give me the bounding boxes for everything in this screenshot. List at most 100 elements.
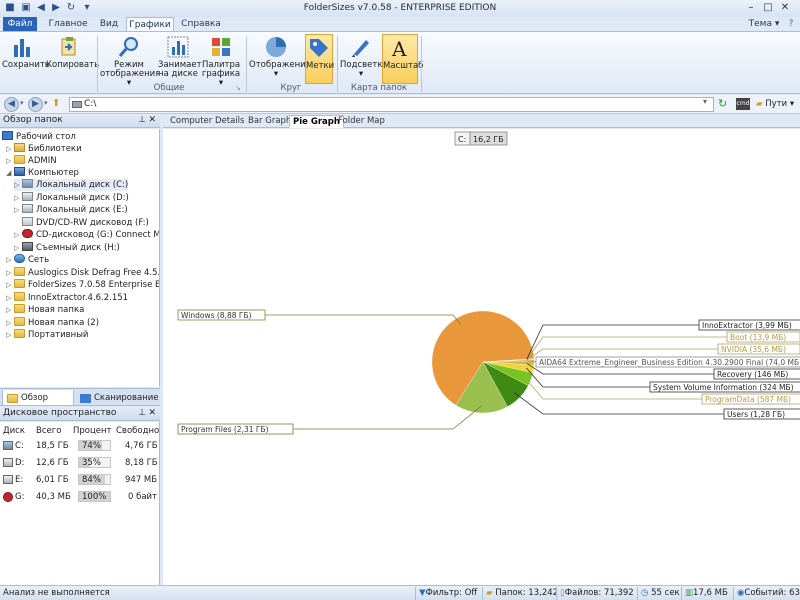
tree-node-drive-d[interactable]: ▷ Локальный диск (D:)	[14, 192, 129, 204]
minimize-button[interactable]: –	[743, 1, 759, 14]
drive-letter: G:	[15, 492, 25, 502]
up-folder-icon[interactable]: ⬆	[52, 98, 64, 110]
expand-arrow-icon[interactable]: ▷	[14, 229, 22, 241]
path-input[interactable]: C:\	[69, 97, 714, 112]
expand-arrow-icon[interactable]: ▷	[14, 242, 22, 254]
tab-bar-graph[interactable]: Bar Graph	[245, 115, 294, 128]
display-button[interactable]: Отображение ▾	[249, 34, 311, 84]
leader-line	[526, 336, 727, 360]
tab-folder-map[interactable]: Folder Map	[335, 115, 388, 128]
occupies-on-disk-button[interactable]: Занимает на диске	[158, 34, 202, 84]
root-drive-label: C:	[458, 135, 466, 144]
refresh-scan-icon[interactable]: ↻	[718, 97, 732, 111]
tree-node-label: Сеть	[28, 255, 50, 265]
tree-node-folder[interactable]: ▷ Новая папка (2)	[6, 317, 99, 329]
tree-node-computer[interactable]: ◢ Компьютер	[6, 167, 79, 179]
drive-icon	[22, 204, 33, 213]
status-separator	[482, 587, 483, 600]
help-icon[interactable]: ?	[785, 17, 797, 31]
theme-menu[interactable]: Тема ▾	[745, 17, 783, 31]
expand-arrow-icon[interactable]: ▷	[6, 254, 14, 266]
expand-arrow-icon[interactable]: ▷	[14, 192, 22, 204]
tab-view[interactable]: Вид	[94, 17, 124, 31]
tab-scan[interactable]: Сканирование	[76, 390, 159, 406]
back-dropdown-icon[interactable]: ▾	[20, 99, 24, 107]
status-files: ▯Файлов: 71,392	[560, 587, 634, 600]
maximize-button[interactable]: □	[760, 1, 776, 14]
cd-drive-icon	[22, 229, 33, 238]
tree-node-drive-g[interactable]: ▷ CD-дисковод (G:) Connect Manag	[14, 229, 159, 241]
column-header-total[interactable]: Всего	[36, 425, 61, 437]
panel-close-icon[interactable]: ✕	[148, 114, 156, 127]
highlight-button[interactable]: Подсветка ▾	[340, 34, 388, 84]
save-button[interactable]: Сохранить	[2, 34, 50, 84]
forward-dropdown-icon[interactable]: ▾	[44, 99, 48, 107]
palette-label-2: графика	[201, 69, 241, 79]
status-events[interactable]: ◉Событий: 63	[737, 587, 800, 600]
close-button[interactable]: ✕	[777, 1, 793, 14]
window-title: FolderSizes v7.0.58 - ENTERPRISE EDITION	[303, 3, 497, 13]
tab-folder-browse[interactable]: Обзор папок	[2, 390, 74, 419]
expand-arrow-icon[interactable]: ▷	[6, 279, 14, 291]
tab-details[interactable]: Details	[212, 115, 247, 128]
system-drive-icon	[3, 441, 13, 450]
tree-node-libraries[interactable]: ▷ Библиотеки	[6, 143, 82, 155]
folder-tree-title: Обзор папок	[3, 115, 63, 125]
tree-node-network[interactable]: ▷ Сеть	[6, 254, 49, 266]
leader-line	[293, 405, 482, 430]
tab-home[interactable]: Главное	[44, 17, 92, 31]
view-tabs: Computer Details Bar Graph Pie Graph Fol…	[163, 114, 800, 128]
tree-node-drive-h[interactable]: ▷ Съемный диск (H:)	[14, 242, 120, 254]
group-launcher-icon[interactable]: ↘	[235, 84, 241, 92]
back-button[interactable]: ◀	[4, 97, 19, 112]
status-filter[interactable]: ▼Фильтр: Off	[419, 587, 477, 600]
group-folder-map-label: Карта папок	[350, 83, 408, 93]
chart-palette-button[interactable]: Палитра графика ▾	[200, 34, 242, 88]
tree-node-drive-c[interactable]: ▷ Локальный диск (C:)	[14, 179, 129, 191]
expand-arrow-icon[interactable]: ▷	[6, 317, 14, 329]
tree-node-admin[interactable]: ▷ ADMIN	[6, 155, 57, 167]
display-mode-button[interactable]: Режим отображения ▾	[100, 34, 160, 88]
occupies-label-2: на диске	[158, 69, 198, 79]
pin-icon[interactable]: ⊥	[138, 407, 146, 420]
column-header-percent[interactable]: Процент	[73, 425, 112, 437]
tree-node-folder[interactable]: ▷ InnoExtractor.4.6.2.151	[6, 292, 128, 304]
tree-node-folder[interactable]: ▷ FolderSizes 7.0.58 Enterprise Edition	[6, 279, 159, 291]
scale-button[interactable]: A Масштаб	[382, 34, 423, 84]
expand-arrow-icon[interactable]: ▷	[14, 204, 22, 216]
tree-node-folder[interactable]: ▷ Новая папка	[6, 304, 84, 316]
expand-arrow-icon[interactable]: ▷	[6, 292, 14, 304]
expand-arrow-icon[interactable]: ▷	[6, 329, 14, 341]
labels-button[interactable]: Метки	[305, 34, 334, 84]
tree-node-folder[interactable]: ▷ Auslogics Disk Defrag Free 4.5.1.0 Pc	[6, 267, 159, 279]
tab-file[interactable]: Файл	[3, 17, 37, 31]
slice-label: Recovery (146 МБ)	[717, 370, 788, 379]
disk-usage-chart-icon	[167, 36, 189, 58]
tab-charts[interactable]: Графики	[126, 17, 174, 31]
pin-icon[interactable]: ⊥	[138, 114, 146, 127]
tab-help[interactable]: Справка	[178, 17, 224, 31]
tab-computer[interactable]: Computer	[167, 115, 215, 128]
expand-arrow-icon[interactable]: ▷	[6, 304, 14, 316]
expand-arrow-icon[interactable]: ▷	[6, 143, 14, 155]
expand-arrow-icon[interactable]: ▷	[6, 267, 14, 279]
pie-chart-icon	[266, 37, 286, 57]
expand-arrow-icon[interactable]: ▷	[6, 155, 14, 167]
copy-button[interactable]: Копировать	[46, 34, 99, 84]
tree-node-drive-f[interactable]: DVD/CD-RW дисковод (F:)	[22, 217, 149, 229]
console-icon[interactable]: cmd	[736, 98, 750, 110]
tree-node-drive-e[interactable]: ▷ Локальный диск (E:)	[14, 204, 128, 216]
column-header-free[interactable]: Свободно	[116, 425, 159, 437]
forward-button[interactable]: ▶	[28, 97, 43, 112]
tree-node-desktop[interactable]: Рабочий стол	[2, 131, 76, 143]
path-dropdown-icon[interactable]: ▾	[703, 97, 707, 106]
tree-node-folder[interactable]: ▷ Портативный	[6, 329, 88, 341]
panel-close-icon[interactable]: ✕	[148, 407, 156, 420]
column-header-drive[interactable]: Диск	[3, 425, 25, 437]
paths-button[interactable]: ▰ Пути ▾	[756, 97, 794, 112]
collapse-arrow-icon[interactable]: ◢	[6, 167, 14, 179]
expand-arrow-icon[interactable]: ▷	[14, 179, 22, 191]
drive-letter: E:	[15, 475, 24, 485]
magnifier-icon	[118, 37, 138, 57]
drive-total: 18,5 ГБ	[36, 441, 69, 451]
